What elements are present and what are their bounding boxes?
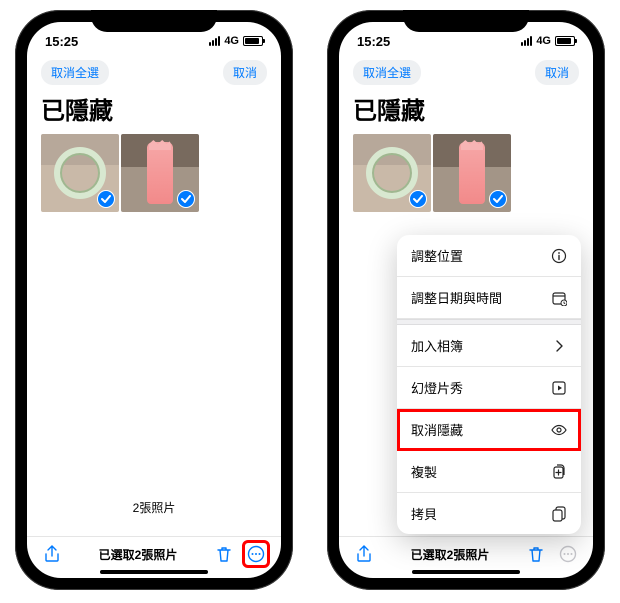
info-icon [551,248,567,264]
screen: 15:25 4G 取消全選 取消 已隱藏 2張照片 已選 [27,22,281,578]
menu-add-to-album[interactable]: 加入相簿 [397,325,581,367]
cancel-button[interactable]: 取消 [223,60,267,85]
play-square-icon [551,380,567,396]
plus-square-icon [551,464,567,480]
battery-icon [555,36,575,46]
trash-icon[interactable] [215,545,233,563]
photo-thumb-2[interactable] [121,134,199,212]
share-icon[interactable] [43,545,61,563]
selected-check-icon [177,190,195,208]
menu-label: 幻燈片秀 [411,378,463,397]
selected-check-icon [489,190,507,208]
calendar-icon [551,290,567,306]
selected-count-label: 已選取2張照片 [99,546,178,563]
photo-thumb-1[interactable] [41,134,119,212]
nav-row: 取消全選 取消 [339,54,593,89]
actions-menu: 調整位置 調整日期與時間 加入相簿 幻燈片秀 取消隱藏 複製 [397,235,581,534]
menu-adjust-location[interactable]: 調整位置 [397,235,581,277]
more-icon[interactable] [559,545,577,563]
photo-thumb-2[interactable] [433,134,511,212]
status-time: 15:25 [357,34,390,49]
deselect-all-button[interactable]: 取消全選 [353,60,421,85]
menu-label: 調整位置 [411,246,463,265]
menu-slideshow[interactable]: 幻燈片秀 [397,367,581,409]
network-label: 4G [536,35,551,47]
menu-copy[interactable]: 拷貝 [397,493,581,534]
screen: 15:25 4G 取消全選 取消 已隱藏 調整位 [339,22,593,578]
menu-label: 加入相簿 [411,336,463,355]
menu-adjust-datetime[interactable]: 調整日期與時間 [397,277,581,319]
eye-icon [551,422,567,438]
notch [91,10,217,32]
battery-icon [243,36,263,46]
signal-icon [521,36,532,46]
photo-count-label: 2張照片 [27,493,281,536]
more-icon[interactable] [242,540,270,568]
menu-label: 拷貝 [411,504,437,523]
copy-icon [551,506,567,522]
nav-row: 取消全選 取消 [27,54,281,89]
bottom-toolbar: 已選取2張照片 [339,536,593,569]
phone-left: 15:25 4G 取消全選 取消 已隱藏 2張照片 已選 [15,10,293,590]
menu-label: 複製 [411,462,437,481]
phone-right: 15:25 4G 取消全選 取消 已隱藏 調整位 [327,10,605,590]
status-right: 4G [209,35,263,47]
network-label: 4G [224,35,239,47]
page-title: 已隱藏 [27,89,281,134]
status-right: 4G [521,35,575,47]
photo-grid [27,134,281,212]
bottom-toolbar: 已選取2張照片 [27,536,281,569]
menu-label: 取消隱藏 [411,420,463,439]
menu-unhide[interactable]: 取消隱藏 [397,409,581,451]
page-title: 已隱藏 [339,89,593,134]
status-time: 15:25 [45,34,78,49]
menu-duplicate[interactable]: 複製 [397,451,581,493]
selected-count-label: 已選取2張照片 [411,546,490,563]
selected-check-icon [97,190,115,208]
photo-grid [339,134,593,212]
photo-thumb-1[interactable] [353,134,431,212]
home-indicator[interactable] [100,570,208,574]
signal-icon [209,36,220,46]
cancel-button[interactable]: 取消 [535,60,579,85]
notch [403,10,529,32]
trash-icon[interactable] [527,545,545,563]
deselect-all-button[interactable]: 取消全選 [41,60,109,85]
share-icon[interactable] [355,545,373,563]
home-indicator[interactable] [412,570,520,574]
selected-check-icon [409,190,427,208]
chevron-right-icon [551,338,567,354]
menu-label: 調整日期與時間 [411,288,502,307]
